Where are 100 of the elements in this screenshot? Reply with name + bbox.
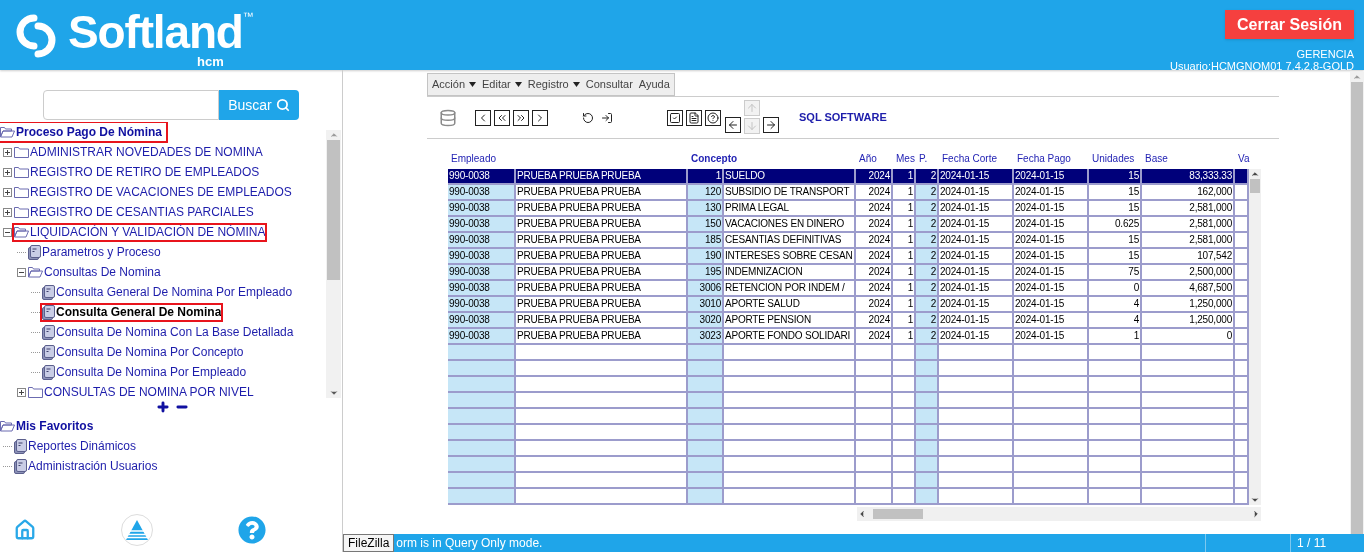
table-cell: 2024-01-15 (1014, 201, 1089, 215)
collapse-icon[interactable] (17, 267, 26, 277)
scroll-up-icon (1250, 169, 1260, 179)
tree-item[interactable]: Parametros y Proceso (28, 244, 161, 260)
tree-item[interactable]: Consultas De Nomina (28, 264, 161, 280)
scrollbar-thumb[interactable] (327, 140, 340, 280)
scrollbar-thumb[interactable] (873, 509, 923, 519)
expand-icon[interactable] (3, 187, 12, 197)
table-cell: 2024-01-15 (939, 329, 1014, 343)
arrow-up-icon (746, 101, 758, 114)
expand-icon[interactable] (17, 387, 26, 397)
table-cell: 2024-01-15 (939, 185, 1014, 199)
document-button[interactable] (686, 109, 702, 126)
collapse-icon[interactable] (3, 227, 12, 237)
expand-all-button[interactable] (156, 400, 170, 414)
tree-item[interactable]: REGISTRO DE CESANTIAS PARCIALES (14, 204, 254, 220)
tree-item[interactable]: ADMINISTRAR NOVEDADES DE NOMINA (14, 144, 263, 160)
home-button[interactable] (14, 519, 36, 541)
menu-item[interactable]: Consultar (585, 76, 633, 93)
document-icon (42, 364, 55, 380)
arrow-right-button[interactable] (763, 116, 779, 133)
plus-icon (156, 400, 170, 414)
chevron-right-button[interactable] (532, 109, 548, 126)
menu-item[interactable]: Registro (527, 76, 580, 93)
table-cell: 130 (688, 201, 724, 215)
table-cell: 2024-01-15 (939, 249, 1014, 263)
open-folder-icon (28, 266, 43, 278)
scrollbar-thumb[interactable] (1250, 179, 1260, 193)
column-header: Mes (896, 153, 915, 164)
menu-item[interactable]: Ayuda (638, 76, 670, 93)
expand-icon[interactable] (3, 167, 12, 177)
table-cell: 2 (916, 217, 939, 231)
tree-item[interactable]: Administración Usuarios (14, 458, 158, 474)
document-icon (14, 458, 27, 474)
arrow-down-icon (746, 119, 758, 132)
checkbox-button[interactable] (667, 109, 683, 126)
table-cell: 2024-01-15 (1014, 185, 1089, 199)
search-icon (275, 98, 290, 112)
table-cell: SUBSIDIO DE TRANSPORT (724, 185, 856, 199)
caret-icon (514, 82, 522, 87)
record-counter: 1 / 11 (1290, 534, 1364, 552)
table-cell: APORTE SALUD (724, 297, 856, 311)
table-cell: 2 (916, 297, 939, 311)
scroll-down-icon (328, 388, 339, 398)
tree-item[interactable]: Consulta De Nomina Por Empleado (42, 364, 247, 380)
folder-icon (28, 386, 43, 398)
table-cell: 990-0038 (448, 265, 516, 279)
table-cell: 2 (916, 265, 939, 279)
grid-row[interactable]: 990-0038 PRUEBA PRUEBA PRUEBA 1 SUELDO 2024 1 2 2024-01-15 2024-01-15 15 83,333.33 (448, 169, 1249, 185)
scroll-right-icon (1251, 509, 1261, 519)
tree-item[interactable]: REGISTRO DE RETIRO DE EMPLEADOS (14, 164, 260, 180)
table-cell: PRUEBA PRUEBA PRUEBA (516, 169, 688, 183)
brand-name: Softland (68, 8, 243, 56)
expand-icon[interactable] (3, 207, 12, 217)
table-cell: PRUEBA PRUEBA PRUEBA (516, 249, 688, 263)
status-message: orm is in Query Only mode. (396, 535, 543, 552)
expand-icon[interactable] (3, 147, 12, 157)
tree-section-title[interactable]: Proceso Pago De Nómina (0, 123, 167, 141)
double-chevron-left-button[interactable] (494, 109, 510, 126)
tree-item[interactable]: CONSULTAS DE NOMINA POR NIVEL (28, 384, 254, 398)
tree-scrollbar[interactable] (326, 130, 341, 398)
table-cell: PRUEBA PRUEBA PRUEBA (516, 313, 688, 327)
tree-item[interactable]: Consulta General De Nomina Por Empleado (42, 284, 293, 300)
column-header: P. (919, 153, 928, 164)
table-cell: PRUEBA PRUEBA PRUEBA (516, 281, 688, 295)
tree-item[interactable]: Consulta General De Nomina (42, 304, 222, 320)
search-field[interactable] (43, 90, 219, 120)
home-icon (14, 519, 36, 541)
table-cell: 2024-01-15 (939, 233, 1014, 247)
table-cell: 2024-01-15 (939, 313, 1014, 327)
table-cell: 2 (916, 249, 939, 263)
tree-item[interactable]: Consulta De Nomina Con La Base Detallada (42, 324, 294, 340)
table-cell: INTERESES SOBRE CESAN (724, 249, 856, 263)
grid-horizontal-scrollbar[interactable] (857, 507, 1261, 521)
tree-item[interactable]: Consulta De Nomina Por Concepto (42, 344, 244, 360)
logout-button[interactable]: Cerrar Sesión (1225, 10, 1354, 39)
scroll-left-icon (857, 509, 867, 519)
undo-icon (582, 111, 594, 124)
table-cell: 2024-01-15 (1014, 281, 1089, 295)
menu-item[interactable]: Editar (482, 76, 522, 93)
tree-item[interactable]: REGISTRO DE VACACIONES DE EMPLEADOS (14, 184, 292, 200)
table-cell: 990-0038 (448, 313, 516, 327)
page-scrollbar[interactable] (1350, 72, 1364, 534)
tree-item[interactable]: LIQUIDACIÓN Y VALIDACIÓN DE NÓMINA (14, 224, 266, 240)
arrow-left-button[interactable] (725, 116, 741, 133)
double-chevron-right-button[interactable] (513, 109, 529, 126)
tree-item[interactable]: Reportes Dinámicos (14, 438, 137, 454)
chevron-left-button[interactable] (475, 109, 491, 126)
table-cell: 2024-01-15 (939, 201, 1014, 215)
help-button[interactable] (705, 109, 721, 126)
menu-item[interactable]: Acción (432, 76, 477, 93)
table-cell: 150 (688, 217, 724, 231)
table-cell: INDEMNIZACION (724, 265, 856, 279)
tree-section-title[interactable]: Mis Favoritos (0, 417, 98, 435)
user-info: Usuario:HCMGNOM01 7.4.2.8-GOLD (1170, 60, 1354, 72)
folder-icon (14, 206, 29, 218)
scrollbar-thumb[interactable] (1351, 82, 1363, 534)
table-cell: 990-0038 (448, 233, 516, 247)
grid-vertical-scrollbar[interactable] (1249, 169, 1261, 505)
table-cell: 2024-01-15 (1014, 169, 1089, 183)
